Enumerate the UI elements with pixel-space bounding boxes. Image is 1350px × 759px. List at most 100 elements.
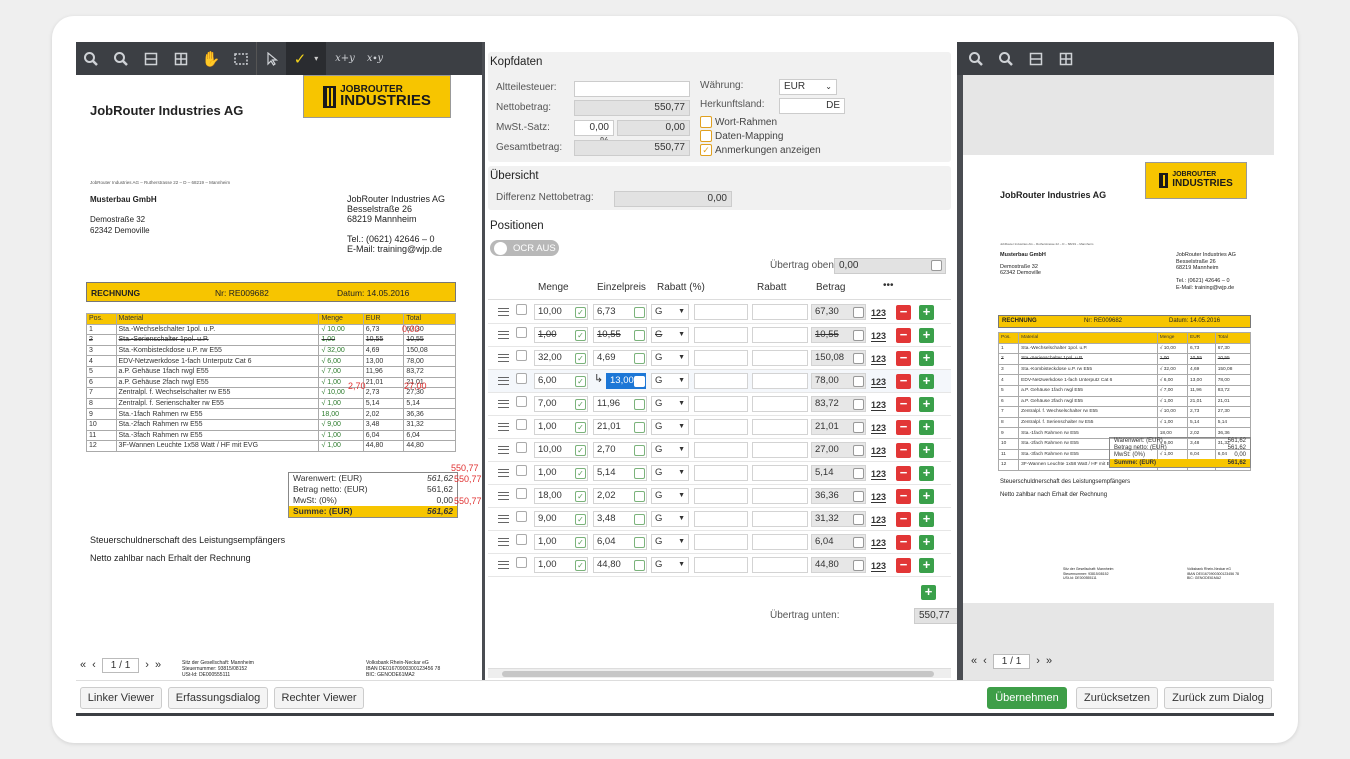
remove-row-button[interactable]: −: [896, 374, 911, 389]
nettobetrag-field[interactable]: 550,77: [574, 100, 690, 116]
einzelpreis-ok-icon[interactable]: [634, 307, 645, 318]
drag-handle-icon[interactable]: [498, 400, 509, 408]
rabatt-pct-input[interactable]: [694, 350, 748, 366]
uebertrag-unten-field[interactable]: 550,77: [914, 608, 957, 624]
insert-row-button[interactable]: +: [919, 305, 934, 320]
rabatt-type-select[interactable]: G ▼: [651, 488, 689, 504]
right-prev-page-button[interactable]: ‹: [983, 655, 987, 667]
hand-pan-icon[interactable]: ✋: [196, 42, 226, 75]
einzelpreis-ok-icon[interactable]: [634, 445, 645, 456]
remove-row-button[interactable]: −: [896, 305, 911, 320]
einzelpreis-ok-icon[interactable]: [634, 491, 645, 502]
insert-row-button[interactable]: +: [919, 420, 934, 435]
drag-handle-icon[interactable]: [498, 492, 509, 500]
rabatt-pct-input[interactable]: [694, 419, 748, 435]
rabatt-input[interactable]: [752, 557, 808, 573]
right-zoom-in-icon[interactable]: [961, 42, 991, 75]
rabatt-type-select[interactable]: G ▼: [651, 396, 689, 412]
row-select-checkbox[interactable]: [516, 304, 527, 315]
rabatt-type-select[interactable]: G ▼: [651, 373, 689, 389]
check-mark-tool-icon[interactable]: ✓ ▾: [286, 42, 326, 75]
linker-viewer-button[interactable]: Linker Viewer: [80, 687, 162, 709]
menge-ok-icon[interactable]: ✓: [575, 307, 586, 318]
row-select-checkbox[interactable]: [516, 350, 527, 361]
rabatt-type-select[interactable]: G ▼: [651, 511, 689, 527]
menge-ok-icon[interactable]: ✓: [575, 330, 586, 341]
drag-handle-icon[interactable]: [498, 515, 509, 523]
row-select-checkbox[interactable]: [516, 511, 527, 522]
rabatt-input[interactable]: [752, 304, 808, 320]
fit-page-icon[interactable]: [166, 42, 196, 75]
einzelpreis-ok-icon[interactable]: [634, 468, 645, 479]
rabatt-pct-input[interactable]: [694, 396, 748, 412]
right-first-page-button[interactable]: «: [971, 655, 977, 667]
einzelpreis-ok-icon[interactable]: [634, 537, 645, 548]
remove-row-button[interactable]: −: [896, 328, 911, 343]
ocr-toggle[interactable]: OCR AUS: [490, 240, 559, 256]
row-select-checkbox[interactable]: [516, 488, 527, 499]
row-select-checkbox[interactable]: [516, 419, 527, 430]
remove-row-button[interactable]: −: [896, 512, 911, 527]
first-page-button[interactable]: «: [80, 659, 86, 671]
right-next-page-button[interactable]: ›: [1036, 655, 1040, 667]
betrag-ok-icon[interactable]: [853, 468, 864, 479]
ocr-123-icon[interactable]: 123: [871, 561, 887, 572]
betrag-ok-icon[interactable]: [853, 491, 864, 502]
ocr-123-icon[interactable]: 123: [871, 492, 887, 503]
menge-ok-icon[interactable]: ✓: [575, 399, 586, 410]
rabatt-input[interactable]: [752, 350, 808, 366]
einzelpreis-ok-icon[interactable]: [634, 399, 645, 410]
rabatt-input[interactable]: [752, 511, 808, 527]
last-page-button[interactable]: »: [155, 659, 161, 671]
menge-ok-icon[interactable]: ✓: [575, 468, 586, 479]
zuruecksetzen-button[interactable]: Zurücksetzen: [1076, 687, 1158, 709]
betrag-ok-icon[interactable]: [853, 399, 864, 410]
rabatt-type-select[interactable]: G ▼: [651, 557, 689, 573]
erfassungsdialog-button[interactable]: Erfassungsdialog: [168, 687, 268, 709]
differenz-field[interactable]: 0,00: [614, 191, 732, 207]
einzelpreis-ok-icon[interactable]: [634, 330, 645, 341]
menge-ok-icon[interactable]: ✓: [575, 353, 586, 364]
right-last-page-button[interactable]: »: [1046, 655, 1052, 667]
horizontal-scrollbar[interactable]: [488, 668, 951, 678]
ocr-123-icon[interactable]: 123: [871, 423, 887, 434]
insert-row-button[interactable]: +: [919, 397, 934, 412]
einzelpreis-ok-icon[interactable]: [634, 560, 645, 571]
rabatt-type-select[interactable]: G ▼: [651, 304, 689, 320]
row-select-checkbox[interactable]: [516, 327, 527, 338]
rabatt-pct-input[interactable]: [694, 511, 748, 527]
ocr-123-icon[interactable]: 123: [871, 538, 887, 549]
einzelpreis-ok-icon[interactable]: [634, 514, 645, 525]
drag-handle-icon[interactable]: [498, 331, 509, 339]
menge-ok-icon[interactable]: ✓: [575, 537, 586, 548]
row-select-checkbox[interactable]: [516, 442, 527, 453]
waehrung-select[interactable]: EUR ⌄: [779, 79, 837, 95]
right-fit-width-icon[interactable]: [1021, 42, 1051, 75]
row-select-checkbox[interactable]: [516, 465, 527, 476]
drag-handle-icon[interactable]: [498, 538, 509, 546]
betrag-ok-icon[interactable]: [853, 537, 864, 548]
insert-row-button[interactable]: +: [919, 374, 934, 389]
rabatt-input[interactable]: [752, 396, 808, 412]
rabatt-input[interactable]: [752, 442, 808, 458]
uebertrag-oben-field[interactable]: 0,00: [834, 258, 946, 274]
right-fit-page-icon[interactable]: [1051, 42, 1081, 75]
herkunftsland-input[interactable]: DE: [779, 98, 845, 114]
insert-row-button[interactable]: +: [919, 558, 934, 573]
col-more-options[interactable]: •••: [883, 280, 894, 291]
rabatt-pct-input[interactable]: [694, 488, 748, 504]
rabatt-pct-input[interactable]: [694, 327, 748, 343]
anmerkungen-checkbox[interactable]: ✓ Anmerkungen anzeigen: [700, 144, 821, 156]
drag-handle-icon[interactable]: [498, 377, 509, 385]
altteilesteuer-input[interactable]: [574, 81, 690, 97]
rabatt-input[interactable]: [752, 373, 808, 389]
menge-ok-icon[interactable]: ✓: [575, 514, 586, 525]
rabatt-pct-input[interactable]: [694, 373, 748, 389]
betrag-ok-icon[interactable]: [853, 445, 864, 456]
insert-row-button[interactable]: +: [919, 512, 934, 527]
einzelpreis-ok-icon[interactable]: [634, 376, 645, 387]
ocr-123-icon[interactable]: 123: [871, 354, 887, 365]
ocr-123-icon[interactable]: 123: [871, 400, 887, 411]
menge-ok-icon[interactable]: ✓: [575, 445, 586, 456]
menge-ok-icon[interactable]: ✓: [575, 422, 586, 433]
